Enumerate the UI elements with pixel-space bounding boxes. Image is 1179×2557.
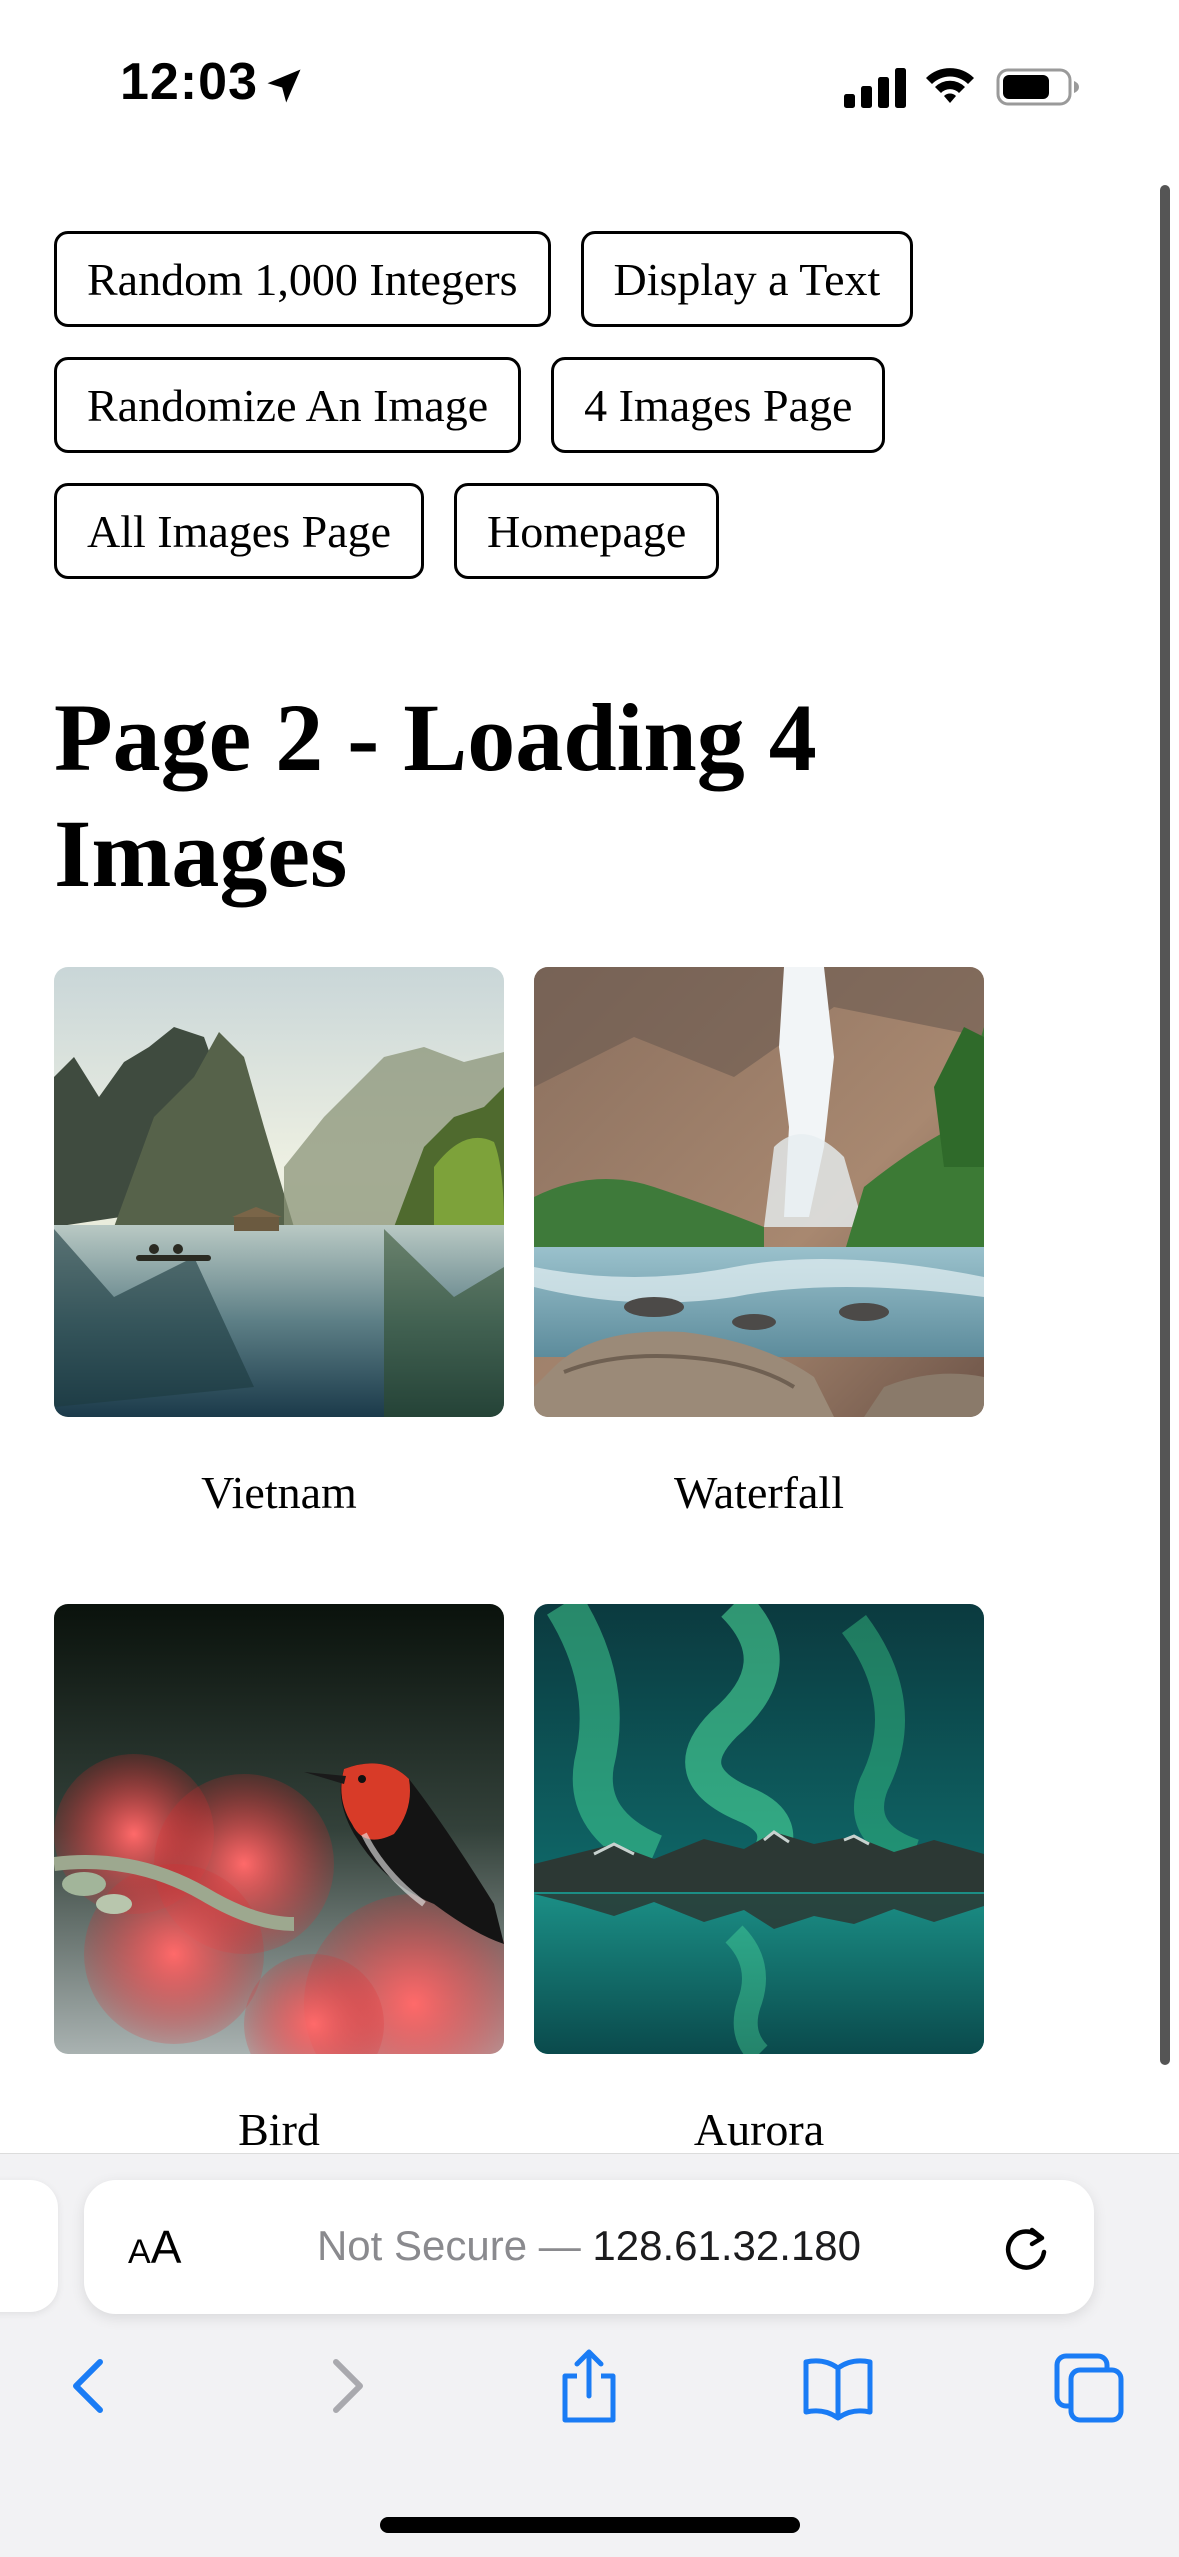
- security-status: Not Secure —: [316, 2222, 581, 2269]
- battery-icon: [996, 68, 1079, 106]
- aurora-image: [534, 1604, 984, 2054]
- nav-row: Random 1,000 Integers Display a Text: [54, 231, 1094, 327]
- vietnam-image: [54, 967, 504, 1417]
- scrollbar[interactable]: [1160, 185, 1170, 2065]
- cellular-signal-icon: [844, 68, 906, 108]
- reload-icon[interactable]: [998, 2220, 1054, 2276]
- image-caption: Vietnam: [201, 1467, 357, 1518]
- status-bar: 12:03: [0, 0, 1179, 150]
- random-integers-button[interactable]: Random 1,000 Integers: [54, 231, 551, 327]
- nav-buttons: Random 1,000 Integers Display a Text Ran…: [54, 231, 1094, 609]
- previous-tab-preview[interactable]: [0, 2180, 58, 2312]
- wifi-icon: [926, 68, 974, 103]
- bird-image: [54, 1604, 504, 2054]
- address-bar[interactable]: AA Not Secure — 128.61.32.180: [84, 2180, 1094, 2314]
- nav-row: Randomize An Image 4 Images Page: [54, 357, 1094, 453]
- gallery-item-bird: Bird: [54, 1604, 504, 2155]
- waterfall-image: [534, 967, 984, 1417]
- gallery-item-aurora: Aurora: [534, 1604, 984, 2155]
- back-icon[interactable]: [54, 2346, 130, 2426]
- tabs-icon[interactable]: [1051, 2346, 1127, 2426]
- homepage-button[interactable]: Homepage: [454, 483, 720, 579]
- display-text-button[interactable]: Display a Text: [580, 231, 914, 327]
- page-title: Page 2 - Loading 4 Images: [54, 684, 817, 907]
- four-images-page-button[interactable]: 4 Images Page: [551, 357, 886, 453]
- image-caption: Waterfall: [674, 1467, 844, 1518]
- url-host: 128.61.32.180: [592, 2222, 862, 2269]
- all-images-page-button[interactable]: All Images Page: [54, 483, 425, 579]
- status-time: 12:03: [120, 53, 258, 111]
- gallery-item-waterfall: Waterfall: [534, 967, 984, 1518]
- gallery-item-vietnam: Vietnam: [54, 967, 504, 1518]
- image-caption: Bird: [238, 2104, 320, 2155]
- url-text: Not Secure — 128.61.32.180: [84, 2222, 1094, 2270]
- share-icon[interactable]: [551, 2346, 627, 2426]
- image-caption: Aurora: [693, 2104, 825, 2155]
- randomize-image-button[interactable]: Randomize An Image: [54, 357, 522, 453]
- bookmarks-icon[interactable]: [800, 2346, 876, 2426]
- home-indicator: [380, 2517, 800, 2533]
- nav-row: All Images Page Homepage: [54, 483, 1094, 579]
- forward-icon[interactable]: [306, 2346, 382, 2426]
- location-arrow-icon: [267, 69, 301, 103]
